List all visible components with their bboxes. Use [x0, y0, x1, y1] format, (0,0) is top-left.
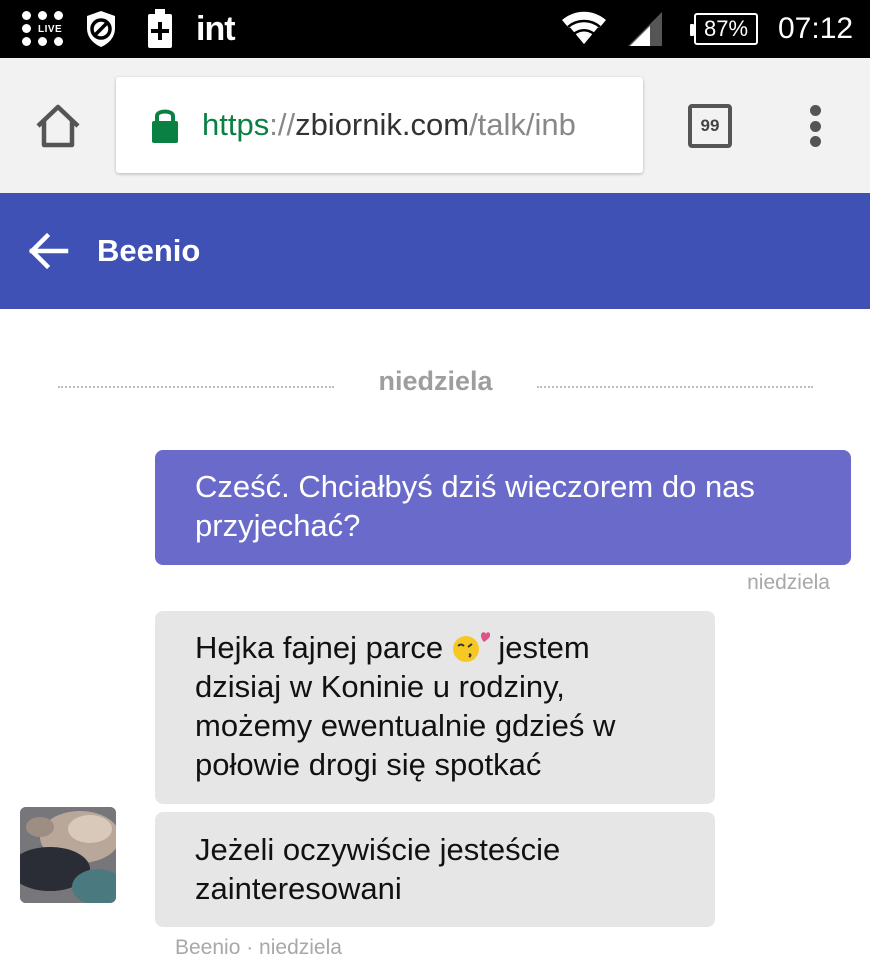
tabs-count: 99: [700, 116, 720, 135]
lock-icon: [152, 109, 178, 143]
url-scheme: https: [202, 107, 270, 142]
divider-line: [537, 386, 813, 388]
back-button[interactable]: [26, 228, 72, 274]
home-icon: [36, 104, 80, 148]
cell-signal-icon: [628, 0, 664, 58]
outgoing-message: Cześć. Chciałbyś dziś wieczorem do nas p…: [155, 450, 851, 565]
wifi-icon: [560, 0, 608, 58]
kissing-face-with-heart-icon: [452, 630, 490, 664]
status-bar: LIVE int 87% 07:12: [0, 0, 870, 58]
url-path: /talk/inb: [469, 107, 576, 142]
menu-dot-icon: [809, 120, 821, 132]
avatar[interactable]: [20, 807, 116, 903]
incoming-message: Hejka fajnej parce jestem dzisiaj w Koni…: [155, 611, 715, 804]
app-indicator-label: int: [196, 9, 236, 48]
menu-dot-icon: [809, 105, 821, 116]
live-label: LIVE: [38, 24, 63, 35]
url-domain: zbiornik.com: [295, 107, 470, 142]
url-separator: ://: [269, 107, 296, 142]
message-meta: Beenio · niedziela: [175, 936, 342, 959]
message-text: Cześć. Chciałbyś dziś wieczorem do nas p…: [195, 469, 755, 543]
battery-indicator: 87%: [689, 0, 759, 58]
clock: 07:12: [778, 12, 854, 45]
live-icon: LIVE: [22, 0, 66, 58]
arrow-left-icon: [28, 232, 69, 270]
home-button[interactable]: [32, 100, 84, 152]
contact-name: Beenio: [97, 233, 201, 268]
menu-dot-icon: [809, 136, 821, 147]
message-text: Jeżeli oczywiście jesteście zainteresowa…: [195, 832, 561, 906]
browser-toolbar: https://zbiornik.com/talk/inb 99: [0, 58, 870, 193]
message-timestamp: niedziela: [747, 571, 830, 594]
tabs-count-button[interactable]: 99: [688, 104, 732, 148]
battery-saver-icon: [146, 0, 174, 58]
overflow-menu-button[interactable]: [800, 102, 830, 150]
battery-percent: 87%: [704, 16, 749, 41]
date-divider: niedziela: [58, 364, 813, 404]
date-divider-label: niedziela: [378, 366, 493, 396]
address-bar[interactable]: https://zbiornik.com/talk/inb: [116, 77, 643, 173]
incoming-message: Jeżeli oczywiście jesteście zainteresowa…: [155, 812, 715, 927]
url-text: https://zbiornik.com/talk/inb: [202, 107, 576, 143]
message-text-part: Hejka fajnej parce: [195, 630, 444, 665]
conversation-header: Beenio: [0, 193, 870, 309]
data-saver-icon: [84, 0, 118, 58]
